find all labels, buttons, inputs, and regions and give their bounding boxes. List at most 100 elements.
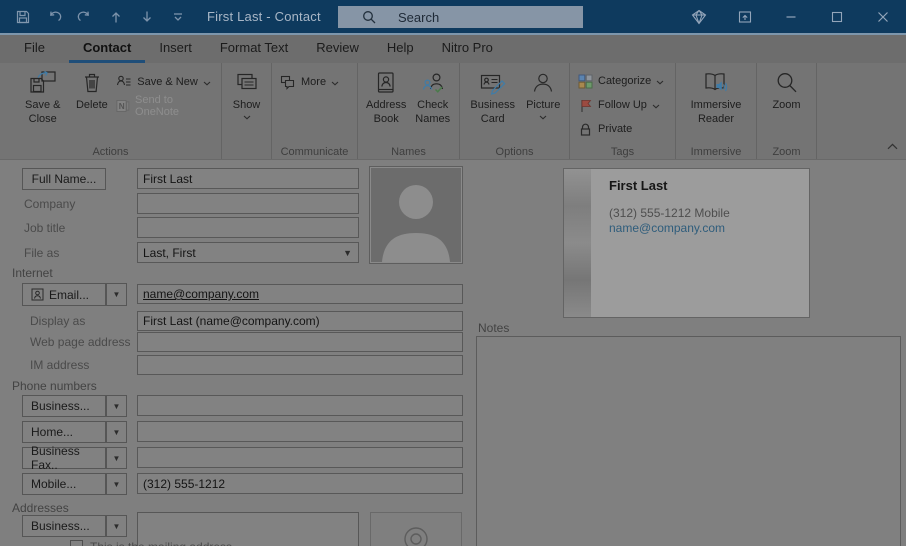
move-down-icon[interactable] (138, 6, 156, 28)
save-close-icon (30, 70, 56, 93)
collapse-ribbon-button[interactable] (887, 137, 898, 155)
ribbon-spacer (817, 63, 906, 159)
chevron-down-icon (203, 81, 211, 86)
minimize-button[interactable] (768, 0, 814, 33)
save-and-new-button[interactable]: Save & New (112, 71, 217, 93)
tab-format-text[interactable]: Format Text (206, 35, 302, 63)
contact-card-icon (31, 288, 44, 301)
private-button[interactable]: Private (574, 118, 668, 140)
group-label-tags: Tags (610, 146, 635, 158)
magnifier-icon (777, 73, 796, 93)
immersive-reader-button[interactable]: Immersive Reader (682, 67, 750, 141)
address-type-button[interactable]: Business... (22, 515, 106, 537)
phone-fax-button[interactable]: Business Fax.. (22, 444, 106, 472)
business-card-name: First Last (609, 178, 668, 193)
picture-person-icon (534, 73, 553, 92)
mailing-address-checkbox-label: This is the mailing address (90, 540, 232, 546)
person-silhouette-icon (382, 185, 450, 262)
web-page-field[interactable] (137, 332, 463, 352)
phone-business-button[interactable]: Business... (22, 395, 106, 417)
save-and-close-button[interactable]: Save & Close (14, 67, 71, 141)
search-icon (363, 11, 376, 24)
show-button[interactable]: Show (226, 67, 267, 141)
ribbon-display-options-icon[interactable] (722, 0, 768, 33)
phone-fax-dropdown[interactable]: ▼ (106, 447, 127, 469)
phone-home-button[interactable]: Home... (22, 421, 106, 443)
search-placeholder: Search (398, 9, 440, 25)
tab-file[interactable]: File (10, 35, 59, 63)
move-up-icon[interactable] (107, 6, 125, 28)
premium-diamond-icon[interactable] (676, 0, 722, 33)
phone-mobile-dropdown[interactable]: ▼ (106, 473, 127, 495)
group-label-zoom: Zoom (772, 146, 801, 158)
close-button[interactable] (860, 0, 906, 33)
group-label-immersive: Immersive (690, 146, 742, 158)
save-icon[interactable] (14, 6, 32, 28)
file-as-dropdown[interactable]: Last, First ▼ (137, 242, 359, 263)
follow-up-button[interactable]: Follow Up (574, 94, 668, 116)
internet-section-header: Internet (12, 266, 53, 280)
delete-button[interactable]: Delete (71, 67, 112, 141)
email-dropdown-button[interactable]: ▼ (106, 283, 127, 306)
group-communicate: More Communicate (272, 63, 358, 159)
address-type-dropdown[interactable]: ▼ (106, 515, 127, 537)
job-title-field[interactable] (137, 217, 359, 238)
check-names-icon (422, 73, 443, 93)
check-names-button[interactable]: Check Names (410, 67, 455, 141)
zoom-button[interactable]: Zoom (765, 67, 809, 141)
phone-mobile-button[interactable]: Mobile... (22, 473, 106, 495)
tab-nitro-pro[interactable]: Nitro Pro (428, 35, 507, 63)
undo-icon[interactable] (45, 6, 63, 28)
contact-form: Full Name... First Last Company Job titl… (0, 160, 906, 546)
address-book-button[interactable]: Address Book (362, 67, 410, 141)
notes-textarea[interactable] (476, 336, 901, 546)
tab-help[interactable]: Help (373, 35, 428, 63)
redo-icon[interactable] (76, 6, 94, 28)
phone-numbers-section-header: Phone numbers (12, 379, 97, 393)
phone-mobile-field[interactable]: (312) 555-1212 (137, 473, 463, 494)
lock-icon (580, 123, 591, 136)
company-field[interactable] (137, 193, 359, 214)
send-to-onenote-button: N Send to OneNote (112, 94, 217, 118)
display-as-field[interactable]: First Last (name@company.com) (137, 311, 463, 331)
phone-home-field[interactable] (137, 421, 463, 442)
picture-button[interactable]: Picture (521, 67, 565, 141)
onenote-icon: N (116, 100, 130, 112)
business-card-preview[interactable]: First Last (312) 555-1212 Mobile name@co… (563, 168, 810, 318)
phone-fax-field[interactable] (137, 447, 463, 468)
ribbon-tabs: File Contact Insert Format Text Review H… (0, 35, 906, 63)
full-name-field[interactable]: First Last (137, 168, 359, 189)
im-address-field[interactable] (137, 355, 463, 375)
map-it-box[interactable] (370, 512, 462, 546)
categorize-button[interactable]: Categorize (574, 70, 668, 92)
phone-business-field[interactable] (137, 395, 463, 416)
categorize-icon (578, 74, 593, 88)
more-button[interactable]: More (276, 71, 343, 93)
phone-home-dropdown[interactable]: ▼ (106, 421, 127, 443)
quick-access-toolbar (14, 0, 187, 33)
contact-photo-placeholder[interactable] (369, 166, 463, 264)
business-card-button[interactable]: Business Card (464, 67, 521, 141)
im-address-label: IM address (30, 358, 90, 372)
tab-review[interactable]: Review (302, 35, 373, 63)
tab-insert[interactable]: Insert (145, 35, 206, 63)
group-label-options: Options (495, 146, 534, 158)
group-label-names: Names (391, 146, 426, 158)
tab-contact[interactable]: Contact (68, 35, 146, 63)
chevron-down-icon (656, 80, 664, 85)
search-box[interactable]: Search (338, 6, 583, 28)
group-actions: Save & Close Delete Save & New N Send to… (0, 63, 222, 159)
phone-business-dropdown[interactable]: ▼ (106, 395, 127, 417)
addresses-section-header: Addresses (12, 501, 69, 515)
customize-qat-icon[interactable] (169, 6, 187, 28)
email-field[interactable]: name@company.com (137, 284, 463, 304)
full-name-button[interactable]: Full Name... (22, 168, 106, 190)
file-as-label: File as (24, 246, 60, 260)
map-pin-icon (404, 527, 428, 546)
web-page-label: Web page address (30, 335, 131, 349)
chevron-down-icon (243, 115, 250, 120)
show-icon (236, 73, 257, 90)
maximize-button[interactable] (814, 0, 860, 33)
email-type-button[interactable]: Email... (22, 283, 106, 306)
mailing-address-checkbox[interactable] (70, 540, 83, 546)
